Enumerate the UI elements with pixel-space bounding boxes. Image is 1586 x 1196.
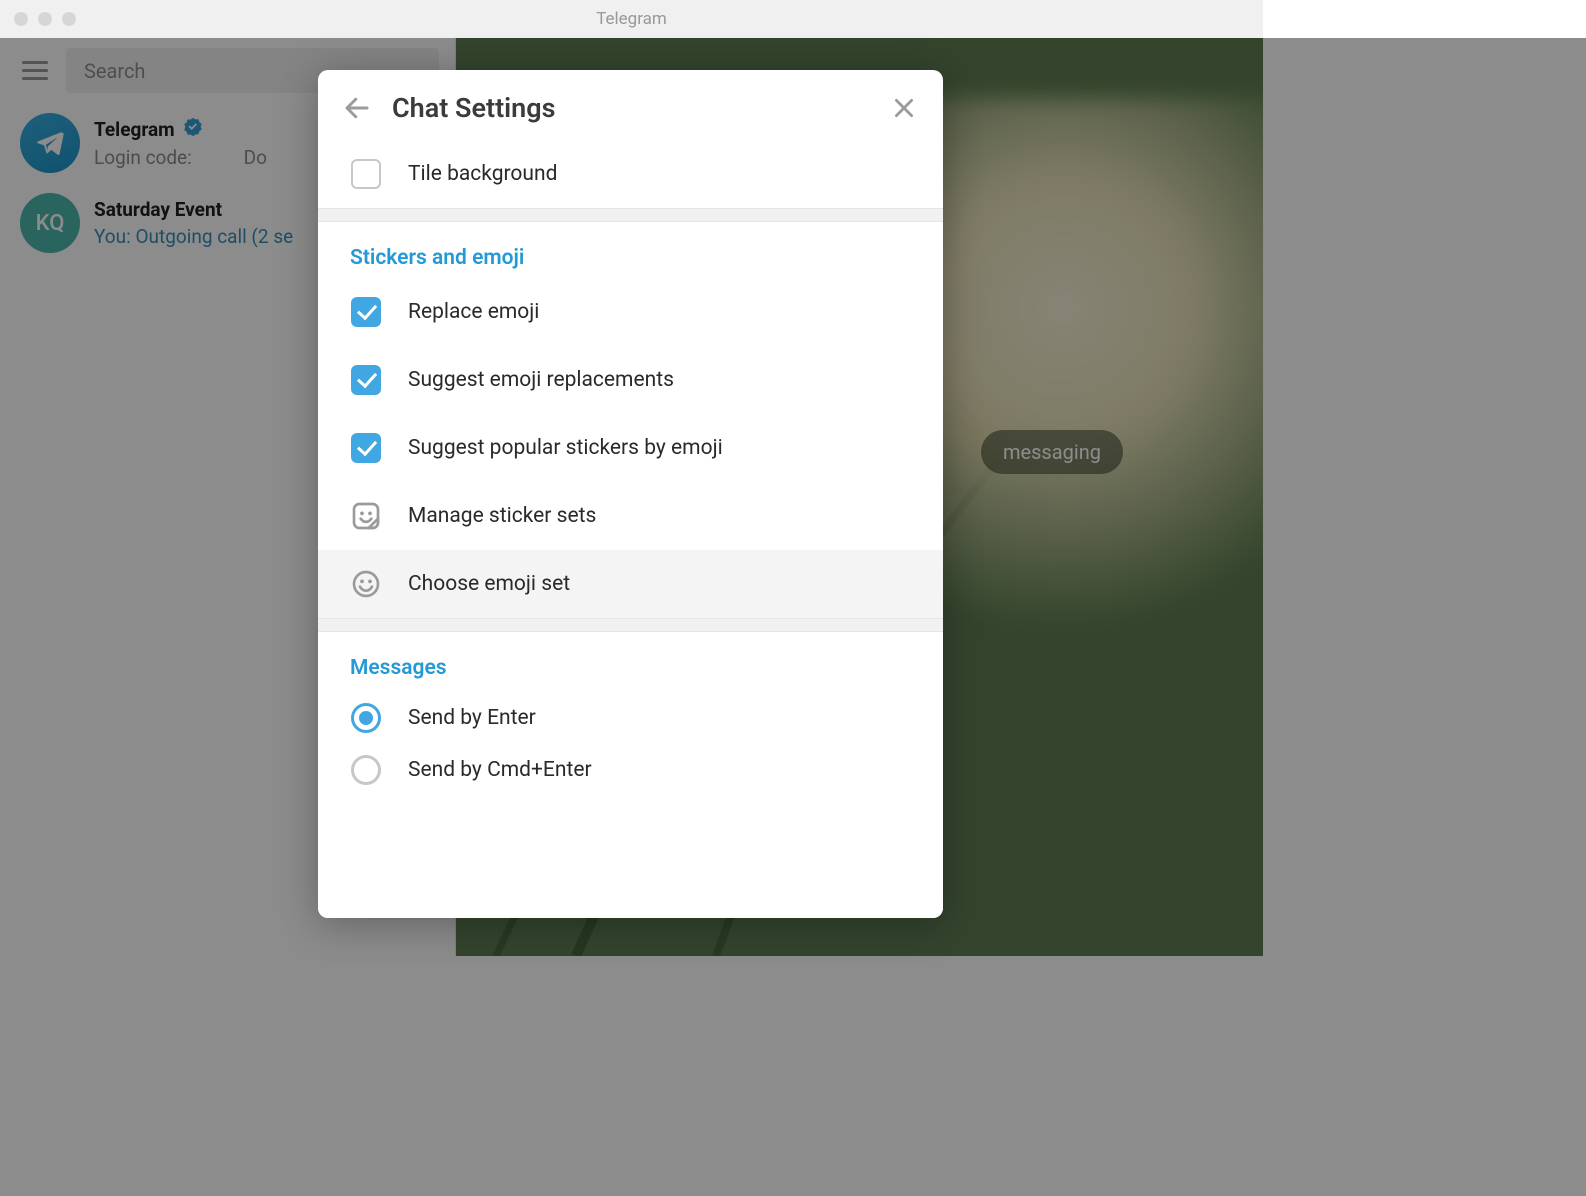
- arrow-left-icon: [342, 93, 372, 123]
- suggest-popular-stickers-toggle[interactable]: Suggest popular stickers by emoji: [318, 414, 943, 482]
- sticker-icon: [350, 500, 382, 532]
- row-label: Choose emoji set: [408, 572, 570, 596]
- row-label: Send by Cmd+Enter: [408, 758, 592, 782]
- titlebar: Telegram: [0, 0, 1263, 38]
- manage-sticker-sets-button[interactable]: Manage sticker sets: [318, 482, 943, 550]
- row-label: Send by Enter: [408, 706, 536, 730]
- send-by-cmd-enter-radio[interactable]: Send by Cmd+Enter: [318, 744, 943, 804]
- dialog-header: Chat Settings: [318, 70, 943, 140]
- choose-emoji-set-button[interactable]: Choose emoji set: [318, 550, 943, 618]
- send-by-enter-radio[interactable]: Send by Enter: [318, 688, 943, 744]
- messages-section-title: Messages: [318, 632, 943, 688]
- suggest-emoji-replacements-toggle[interactable]: Suggest emoji replacements: [318, 346, 943, 414]
- checkbox-icon: [351, 433, 381, 463]
- stickers-section-title: Stickers and emoji: [318, 222, 943, 278]
- dialog-body[interactable]: Tile background Stickers and emoji Repla…: [318, 140, 943, 918]
- radio-icon: [351, 755, 381, 785]
- dialog-title: Chat Settings: [392, 92, 871, 124]
- checkbox-icon: [351, 365, 381, 395]
- row-label: Tile background: [408, 162, 557, 186]
- chat-settings-dialog: Chat Settings Tile background Stickers a…: [318, 70, 943, 918]
- row-label: Manage sticker sets: [408, 504, 596, 528]
- checkbox-icon: [351, 297, 381, 327]
- row-label: Suggest popular stickers by emoji: [408, 436, 723, 460]
- back-button[interactable]: [342, 93, 372, 123]
- replace-emoji-toggle[interactable]: Replace emoji: [318, 278, 943, 346]
- emoji-icon: [350, 568, 382, 600]
- row-label: Suggest emoji replacements: [408, 368, 674, 392]
- checkbox-icon: [351, 159, 381, 189]
- window-title: Telegram: [0, 9, 1263, 29]
- close-button[interactable]: [891, 95, 917, 121]
- section-divider: [318, 208, 943, 222]
- close-icon: [891, 95, 917, 121]
- tile-background-toggle[interactable]: Tile background: [318, 140, 943, 208]
- row-label: Replace emoji: [408, 300, 539, 324]
- radio-icon: [351, 703, 381, 733]
- section-divider: [318, 618, 943, 632]
